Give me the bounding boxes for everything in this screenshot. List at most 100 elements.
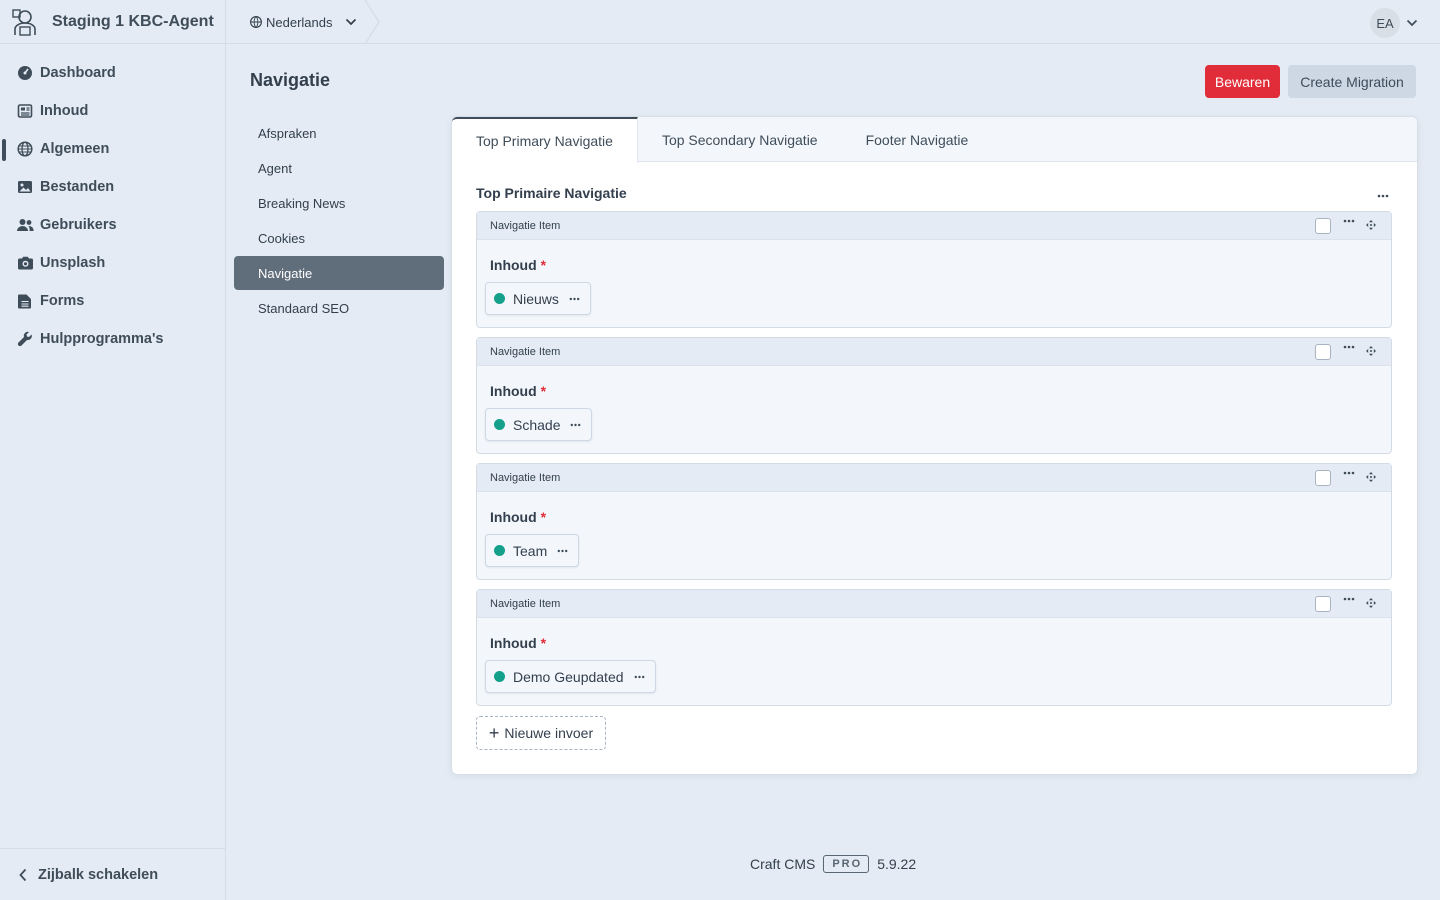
nav-item-inhoud[interactable]: Inhoud: [0, 92, 225, 130]
entry-actions-button[interactable]: [634, 675, 645, 679]
tab-top-secondary-navigatie[interactable]: Top Secondary Navigatie: [638, 117, 842, 162]
ellipsis-icon: [1343, 471, 1355, 475]
matrix-block: Navigatie Item Inhoud * Schade: [476, 337, 1392, 454]
ellipsis-icon: [569, 297, 580, 300]
block-header: Navigatie Item: [477, 590, 1391, 618]
tab-bar: Top Primary Navigatie Top Secondary Navi…: [452, 117, 1417, 163]
subnav-item-standaard-seo[interactable]: Standaard SEO: [234, 291, 444, 325]
save-button[interactable]: Bewaren: [1205, 65, 1280, 98]
ellipsis-icon: [1377, 194, 1389, 198]
entry-title: Nieuws: [513, 290, 559, 307]
entry-title: Team: [513, 542, 548, 559]
global-sidebar: Staging 1 KBC-Agent Dashboard Inhoud Alg…: [0, 0, 226, 900]
entry-actions-button[interactable]: [570, 423, 581, 427]
product-name: Craft CMS: [750, 856, 816, 872]
ellipsis-icon: [571, 423, 581, 426]
nav-item-hulpprogrammas[interactable]: Hulpprogramma's: [0, 320, 225, 358]
collapse-sidebar-label: Zijbalk schakelen: [38, 866, 159, 883]
site-header[interactable]: Staging 1 KBC-Agent: [0, 0, 225, 44]
subnav-item-agent[interactable]: Agent: [234, 151, 444, 185]
nav-item-forms[interactable]: Forms: [0, 282, 225, 320]
block-type-label: Navigatie Item: [490, 597, 561, 610]
move-handle-icon[interactable]: [1365, 597, 1377, 609]
nav-item-label: Algemeen: [40, 141, 110, 157]
move-handle-icon[interactable]: [1365, 219, 1377, 231]
field-label-text: Inhoud: [490, 383, 537, 399]
tab-top-primary-navigatie[interactable]: Top Primary Navigatie: [452, 117, 638, 163]
entry-chip[interactable]: Demo Geupdated: [485, 660, 656, 693]
entry-chip[interactable]: Team: [485, 534, 580, 567]
block-type-label: Navigatie Item: [490, 471, 561, 484]
tab-footer-navigatie[interactable]: Footer Navigatie: [842, 117, 993, 162]
content-panel: Top Primary Navigatie Top Secondary Navi…: [452, 117, 1417, 774]
agent-logo-icon: [10, 7, 40, 37]
chevron-left-icon: [18, 868, 28, 882]
nav-item-label: Forms: [40, 293, 85, 309]
entry-title: Schade: [513, 416, 561, 433]
globe-icon: [250, 16, 262, 28]
account-menu[interactable]: EA: [1370, 8, 1418, 38]
chevron-down-icon: [1406, 19, 1418, 27]
subnav-item-cookies[interactable]: Cookies: [234, 221, 444, 255]
new-entry-label: Nieuwe invoer: [504, 725, 594, 741]
block-actions-button[interactable]: [1343, 345, 1355, 349]
block-select-checkbox[interactable]: [1315, 596, 1331, 612]
chevron-down-icon: [345, 18, 357, 26]
entry-chip[interactable]: Nieuws: [485, 282, 591, 315]
block-actions-button[interactable]: [1343, 597, 1355, 601]
field-label-text: Inhoud: [490, 257, 537, 273]
block-type-label: Navigatie Item: [490, 345, 561, 358]
block-header: Navigatie Item: [477, 212, 1391, 240]
gauge-icon: [16, 64, 34, 82]
plus-icon: +: [488, 723, 500, 743]
language-switcher[interactable]: Nederlands: [226, 0, 378, 44]
nav-item-label: Bestanden: [40, 179, 115, 195]
entry-actions-button[interactable]: [557, 549, 568, 553]
block-actions-button[interactable]: [1343, 219, 1355, 223]
field-actions-button[interactable]: [1377, 185, 1389, 203]
newspaper-icon: [16, 102, 34, 120]
nav-item-algemeen[interactable]: Algemeen: [0, 130, 225, 168]
entry-chip[interactable]: Schade: [485, 408, 593, 441]
field-label-text: Inhoud: [490, 509, 537, 525]
field-label-text: Inhoud: [490, 635, 537, 651]
nav-item-gebruikers[interactable]: Gebruikers: [0, 206, 225, 244]
status-live-indicator: [494, 545, 505, 556]
ellipsis-icon: [1343, 597, 1355, 601]
new-entry-button[interactable]: + Nieuwe invoer: [476, 716, 606, 750]
subnav-item-navigatie[interactable]: Navigatie: [234, 256, 444, 290]
move-handle-icon[interactable]: [1365, 345, 1377, 357]
nav-item-dashboard[interactable]: Dashboard: [0, 54, 225, 92]
subnav-item-breaking-news[interactable]: Breaking News: [234, 186, 444, 220]
nav-item-label: Dashboard: [40, 65, 116, 81]
block-header: Navigatie Item: [477, 464, 1391, 492]
subnav-item-afspraken[interactable]: Afspraken: [234, 116, 444, 150]
block-select-checkbox[interactable]: [1315, 344, 1331, 360]
avatar: EA: [1370, 8, 1400, 38]
users-icon: [16, 216, 34, 234]
block-actions-button[interactable]: [1343, 471, 1355, 475]
nav-item-bestanden[interactable]: Bestanden: [0, 168, 225, 206]
status-live-indicator: [494, 671, 505, 682]
required-mark: *: [540, 509, 547, 525]
nav-item-unsplash[interactable]: Unsplash: [0, 244, 225, 282]
matrix-block: Navigatie Item Inhoud * Nieuws: [476, 211, 1392, 328]
global-nav: Dashboard Inhoud Algemeen Bestanden Gebr…: [0, 54, 225, 358]
nav-item-label: Inhoud: [40, 103, 89, 119]
create-migration-button[interactable]: Create Migration: [1288, 65, 1416, 98]
field-label: Inhoud *: [490, 257, 546, 273]
collapse-sidebar-button[interactable]: Zijbalk schakelen: [0, 848, 225, 900]
status-live-indicator: [494, 419, 505, 430]
entry-actions-button[interactable]: [569, 297, 580, 301]
block-header: Navigatie Item: [477, 338, 1391, 366]
camera-icon: [16, 254, 34, 272]
move-handle-icon[interactable]: [1365, 471, 1377, 483]
edition-badge: PRO: [823, 855, 870, 873]
matrix-block: Navigatie Item Inhoud * Demo Geupdated: [476, 589, 1392, 706]
version-number: 5.9.22: [877, 856, 917, 872]
file-icon: [16, 292, 34, 310]
block-select-checkbox[interactable]: [1315, 218, 1331, 234]
block-select-checkbox[interactable]: [1315, 470, 1331, 486]
field-label: Inhoud *: [490, 635, 546, 651]
top-header: Nederlands EA: [226, 0, 1440, 44]
